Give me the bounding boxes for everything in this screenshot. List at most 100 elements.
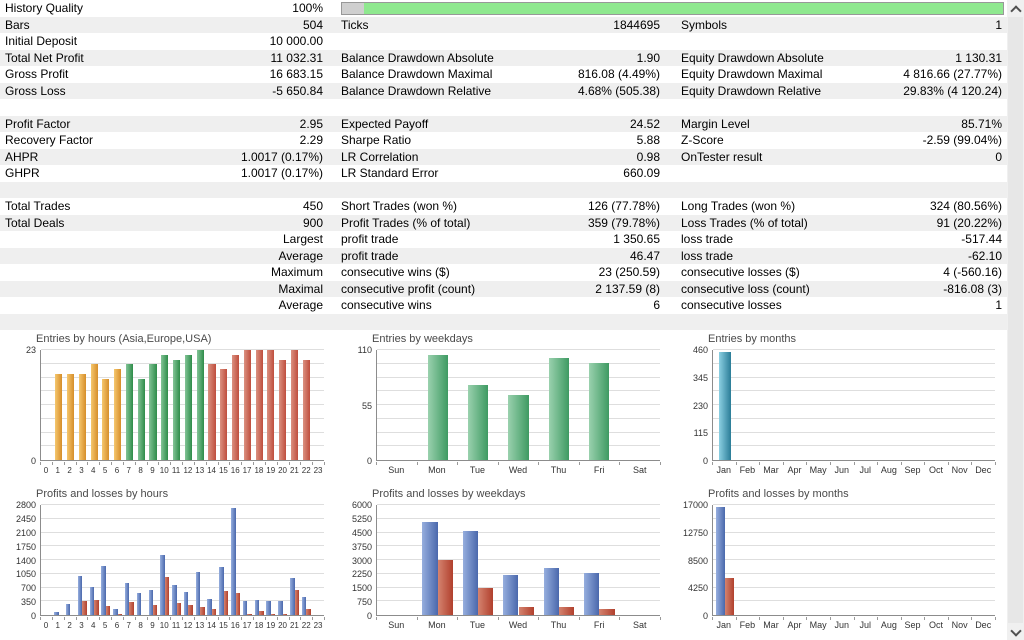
x-tick: [660, 462, 661, 465]
chart-entries-by-hours: Entries by hours (Asia,Europe,USA)023012…: [0, 330, 336, 485]
stats-cell: [336, 182, 676, 199]
stat-label: Recovery Factor: [5, 132, 93, 149]
stat-value: Maximum: [271, 264, 323, 281]
stat-label: Loss Trades (% of total): [681, 215, 808, 232]
x-tick: [995, 462, 996, 465]
y-axis-label: 6000: [338, 500, 372, 510]
x-tick: [924, 617, 925, 620]
vertical-scrollbar[interactable]: [1007, 0, 1024, 640]
bar-loss: [94, 600, 98, 615]
chart-title: Profits and losses by weekdays: [372, 488, 525, 500]
stats-cell: [336, 314, 676, 331]
stats-cell: Total Deals900: [0, 215, 336, 232]
stat-label: loss trade: [681, 248, 733, 265]
stats-row: Recovery Factor2.29Sharpe Ratio5.88Z-Sco…: [0, 132, 1007, 149]
x-tick: [111, 462, 112, 465]
x-axis-label: 15: [218, 466, 230, 475]
x-tick: [194, 617, 195, 620]
y-axis-label: 1400: [2, 556, 36, 566]
y-axis-label: 17000: [674, 500, 708, 510]
x-axis-label: 23: [312, 466, 324, 475]
x-tick: [206, 617, 207, 620]
stat-value: 23 (250.59): [599, 264, 660, 281]
bar-entries: [267, 350, 274, 460]
y-axis-label: 3750: [338, 542, 372, 552]
stats-row: Profit Factor2.95Expected Payoff24.52Mar…: [0, 116, 1007, 133]
x-axis-label: 14: [206, 466, 218, 475]
x-axis-label: 19: [265, 466, 277, 475]
stats-cell: consecutive wins6: [336, 297, 676, 314]
stats-row: Averageprofit trade46.47loss trade-62.10: [0, 248, 1007, 265]
x-axis: JanFebMarAprMayJunJulAugSepOctNovDec: [712, 461, 995, 477]
x-tick: [712, 462, 713, 465]
stat-label: Symbols: [681, 17, 727, 34]
stat-value: 1.0017 (0.17%): [241, 165, 323, 182]
bar-entries: [149, 364, 156, 460]
stats-cell: Symbols1: [676, 17, 1007, 34]
x-axis: SunMonTueWedThuFriSat: [376, 616, 660, 632]
x-tick: [783, 462, 784, 465]
x-tick: [253, 617, 254, 620]
x-axis-label: Feb: [736, 621, 760, 630]
gridline: [713, 518, 995, 519]
stat-label: Expected Payoff: [341, 116, 428, 133]
x-axis-label: 20: [277, 621, 289, 630]
bar-loss: [212, 609, 216, 615]
chart-title: Entries by weekdays: [372, 333, 473, 345]
stats-row: Total Net Profit11 032.31Balance Drawdow…: [0, 50, 1007, 67]
y-axis-label: 115: [674, 428, 708, 438]
x-axis-label: Fri: [579, 466, 620, 475]
bar-entries: [232, 355, 239, 460]
bar-entries: [114, 369, 121, 460]
x-tick: [182, 462, 183, 465]
stat-value: 29.83% (4 120.24): [903, 83, 1002, 100]
x-tick: [241, 617, 242, 620]
stat-value: 46.47: [630, 248, 660, 265]
x-tick: [736, 617, 737, 620]
stats-cell: Balance Drawdown Maximal816.08 (4.49%): [336, 66, 676, 83]
x-axis-label: 9: [147, 466, 159, 475]
x-axis-label: 4: [87, 466, 99, 475]
bar-loss: [599, 609, 614, 615]
bar-loss: [129, 602, 133, 615]
stats-cell: Balance Drawdown Absolute1.90: [336, 50, 676, 67]
x-tick: [877, 617, 878, 620]
y-axis-label: 2250: [338, 569, 372, 579]
stat-value: 1 350.65: [613, 231, 660, 248]
stat-value: 10 000.00: [270, 33, 323, 50]
x-axis-label: 1: [52, 466, 64, 475]
x-axis-label: 5: [99, 466, 111, 475]
x-axis-label: Oct: [924, 621, 948, 630]
stats-row: Bars504Ticks1844695Symbols1: [0, 17, 1007, 34]
stat-value: 24.52: [630, 116, 660, 133]
chart-plot: [376, 505, 660, 616]
scrollbar-thumb[interactable]: [1008, 17, 1023, 623]
stat-value: 100%: [292, 0, 323, 17]
stats-cell: Expected Payoff 24.52: [336, 116, 676, 133]
x-tick: [312, 462, 313, 465]
bar-profit: [243, 601, 247, 615]
x-axis-label: 15: [218, 621, 230, 630]
stats-cell: Maximal: [0, 281, 336, 298]
stats-cell: Recovery Factor2.29: [0, 132, 336, 149]
stats-cell: Equity Drawdown Relative29.83% (4 120.24…: [676, 83, 1007, 100]
bar-profit: [463, 531, 478, 615]
stats-row: AHPR1.0017 (0.17%)LR Correlation0.98OnTe…: [0, 149, 1007, 166]
x-tick: [619, 617, 620, 620]
chart-plot: [712, 505, 995, 616]
y-axis-label: 0: [338, 611, 372, 621]
bar-profit: [584, 573, 599, 615]
scroll-up-button[interactable]: [1007, 0, 1024, 17]
gridline: [377, 545, 660, 546]
bar-entries: [589, 363, 609, 460]
stat-label: profit trade: [341, 248, 398, 265]
stat-value: 1844695: [613, 17, 660, 34]
x-tick: [324, 462, 325, 465]
scroll-down-button[interactable]: [1007, 623, 1024, 640]
stats-cell: loss trade-62.10: [676, 248, 1007, 265]
stats-row: Maximumconsecutive wins ($)23 (250.59)co…: [0, 264, 1007, 281]
x-axis-label: 6: [111, 466, 123, 475]
stats-cell: AHPR1.0017 (0.17%): [0, 149, 336, 166]
gridline: [713, 432, 995, 433]
bar-loss: [247, 614, 251, 615]
